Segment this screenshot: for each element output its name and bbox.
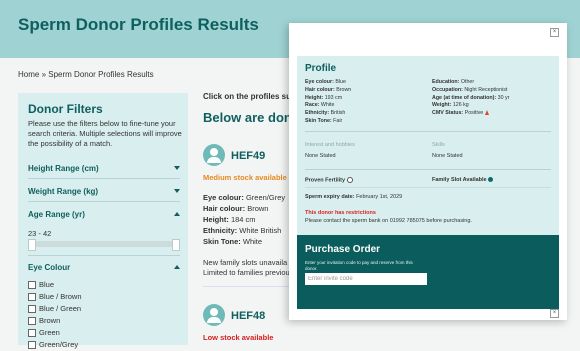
weight-range-filter[interactable]: Weight Range (kg) (28, 187, 180, 196)
breadcrumb: Home » Sperm Donor Profiles Results (18, 70, 154, 79)
checkbox[interactable] (28, 293, 36, 302)
checkbox[interactable] (28, 329, 36, 338)
divider (28, 201, 180, 202)
warning-icon (484, 110, 489, 116)
donor-filters-panel: Donor Filters Please use the filters bel… (18, 93, 188, 350)
breadcrumb-separator: » (41, 70, 47, 79)
eye-option[interactable]: Blue / Green (28, 303, 82, 315)
purchase-order-panel: Purchase Order Enter your invitation cod… (297, 235, 559, 309)
checkbox[interactable] (28, 281, 36, 290)
interests-value: None Stated (305, 153, 336, 159)
checkbox[interactable] (28, 341, 36, 350)
eye-option[interactable]: Blue / Brown (28, 291, 82, 303)
family-slot-available: Family Slot Available (432, 177, 494, 183)
skills-value: None Stated (432, 153, 463, 159)
checkbox[interactable] (28, 305, 36, 314)
chevron-up-icon (174, 265, 180, 269)
results-prompt: Click on the profiles sugg (203, 92, 301, 101)
close-icon[interactable]: × (550, 309, 559, 318)
eye-option[interactable]: Brown (28, 315, 82, 327)
results-heading: Below are dono (203, 110, 300, 125)
profile-details-left: Eye colour: Blue Hair colour: Brown Heig… (305, 79, 352, 124)
invite-code-input[interactable] (305, 273, 427, 285)
height-range-filter[interactable]: Height Range (cm) (28, 164, 180, 173)
eye-option[interactable]: Blue (28, 279, 82, 291)
eye-option[interactable]: Green/Grey (28, 339, 82, 351)
stock-status: Medium stock available (203, 173, 287, 182)
purchase-instructions: Enter your invitation code to pay and re… (305, 260, 413, 271)
expiry-date: Sperm expiry date: February 1st, 2029 (305, 194, 403, 200)
purchase-title: Purchase Order (305, 244, 381, 255)
proven-fertility: Proven Fertility (305, 177, 353, 183)
donor-profile-modal: × Profile Eye colour: Blue Hair colour: … (289, 23, 567, 320)
eye-colour-label: Eye Colour (28, 263, 71, 272)
eye-colour-options: Blue Blue / Brown Blue / Green Brown Gre… (28, 279, 82, 351)
weight-range-label: Weight Range (kg) (28, 187, 99, 196)
chevron-up-icon (174, 212, 180, 216)
checkbox[interactable] (28, 317, 36, 326)
divider (203, 286, 293, 287)
contact-text: Please contact the sperm bank on 01992 7… (305, 218, 472, 224)
divider (305, 169, 551, 170)
breadcrumb-current: Sperm Donor Profiles Results (48, 70, 154, 79)
check-icon (488, 177, 494, 183)
divider (28, 178, 180, 179)
skills-label: Skills (432, 142, 445, 148)
restriction-notice: This donor has restrictions (305, 210, 376, 216)
chevron-down-icon (174, 166, 180, 170)
slider-handle-min[interactable] (28, 239, 36, 251)
breadcrumb-home-link[interactable]: Home (18, 70, 39, 79)
interests-label: Interest and hobbies (305, 142, 355, 148)
divider (305, 131, 551, 132)
filters-title: Donor Filters (28, 102, 103, 116)
page-title: Sperm Donor Profiles Results (18, 15, 259, 34)
age-range-filter[interactable]: Age Range (yr) (28, 210, 180, 219)
close-icon[interactable]: × (550, 28, 559, 37)
family-slot-note: New family slots unavaila Limited to fam… (203, 258, 290, 277)
donor-avatar-icon[interactable] (203, 144, 225, 166)
divider (28, 255, 180, 256)
eye-option[interactable]: Green (28, 327, 82, 339)
filters-intro: Please use the filters below to fine-tun… (28, 119, 182, 148)
profile-title: Profile (305, 63, 337, 74)
chevron-down-icon (174, 189, 180, 193)
divider (305, 187, 551, 188)
results-area: Click on the profiles sugg Below are don… (203, 92, 303, 345)
age-range-value: 23 - 42 (28, 229, 52, 238)
info-icon (346, 177, 353, 183)
profile-panel: Profile Eye colour: Blue Hair colour: Br… (297, 56, 559, 256)
age-range-slider[interactable] (28, 239, 180, 251)
age-range-label: Age Range (yr) (28, 210, 85, 219)
donor-details: Eye colour: Green/Grey Hair colour: Brow… (203, 193, 286, 246)
profile-details-right: Education: Other Occupation: Night Recep… (432, 79, 510, 117)
stock-status: Low stock available (203, 333, 274, 342)
donor-avatar-icon[interactable] (203, 304, 225, 326)
donor-code[interactable]: HEF48 (231, 310, 265, 322)
slider-handle-max[interactable] (172, 239, 180, 251)
height-range-label: Height Range (cm) (28, 164, 99, 173)
eye-colour-filter[interactable]: Eye Colour (28, 263, 180, 272)
donor-code[interactable]: HEF49 (231, 150, 265, 162)
